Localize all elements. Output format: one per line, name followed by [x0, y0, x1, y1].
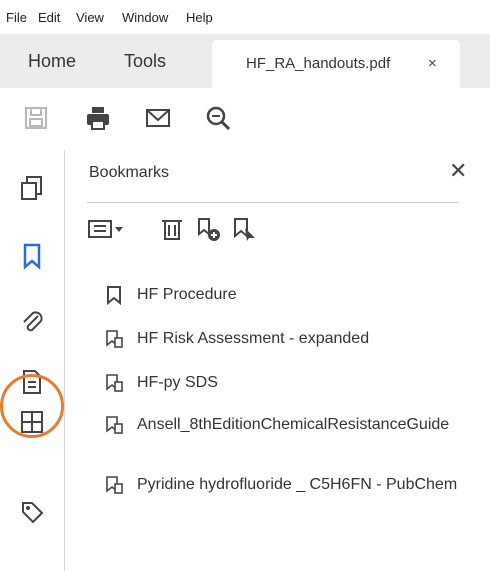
- menu-help[interactable]: Help: [186, 10, 213, 25]
- bookmark-icon[interactable]: [18, 242, 46, 270]
- tab-close-icon[interactable]: ×: [428, 40, 437, 88]
- bookmark-label: HF Risk Assessment - expanded: [137, 330, 370, 347]
- left-rail: [0, 150, 65, 571]
- tab-tools[interactable]: Tools: [124, 34, 166, 88]
- tab-bar: Home Tools HF_RA_handouts.pdf ×: [0, 34, 490, 88]
- tab-document[interactable]: HF_RA_handouts.pdf ×: [212, 40, 460, 88]
- bookmarks-panel: Bookmarks ✕ HF Procedure HF Risk Assessm…: [65, 150, 490, 571]
- pages-icon[interactable]: [18, 174, 46, 202]
- attachment-icon[interactable]: [18, 308, 46, 336]
- menu-file[interactable]: File: [6, 10, 27, 25]
- toolbar: [0, 88, 490, 151]
- bookmark-page-icon: [106, 374, 123, 392]
- save-icon[interactable]: [22, 104, 50, 132]
- bookmark-icon: [107, 286, 121, 305]
- panel-close-icon[interactable]: ✕: [449, 158, 467, 184]
- bookmark-label: HF Procedure: [137, 286, 237, 303]
- bookmark-label: Ansell_8thEditionChemicalResistanceGuide: [137, 416, 450, 433]
- new-bookmark-icon[interactable]: [195, 216, 221, 242]
- bookmark-label: HF-py SDS: [137, 374, 218, 391]
- bookmark-page-icon: [106, 416, 123, 434]
- zoom-icon[interactable]: [204, 104, 232, 132]
- bookmark-page-icon: [106, 330, 123, 348]
- delete-icon[interactable]: [159, 216, 185, 242]
- print-icon[interactable]: [84, 104, 112, 132]
- options-menu-icon[interactable]: [87, 216, 127, 242]
- tab-home[interactable]: Home: [28, 34, 76, 88]
- panel-title: Bookmarks: [89, 164, 170, 181]
- panel-divider: [87, 202, 459, 203]
- tag-icon[interactable]: [18, 498, 46, 526]
- menu-view[interactable]: View: [76, 10, 104, 25]
- menu-bar: File Edit View Window Help: [0, 0, 490, 34]
- menu-window[interactable]: Window: [122, 10, 168, 25]
- menu-edit[interactable]: Edit: [38, 10, 60, 25]
- expand-bookmark-icon[interactable]: [231, 216, 257, 242]
- bookmark-label: Pyridine hydrofluoride _ C5H6FN - PubChe…: [137, 476, 458, 493]
- email-icon[interactable]: [144, 104, 172, 132]
- tab-document-label: HF_RA_handouts.pdf: [246, 55, 391, 72]
- bookmark-page-icon: [106, 476, 123, 494]
- bookmark-highlight-circle: [0, 374, 64, 438]
